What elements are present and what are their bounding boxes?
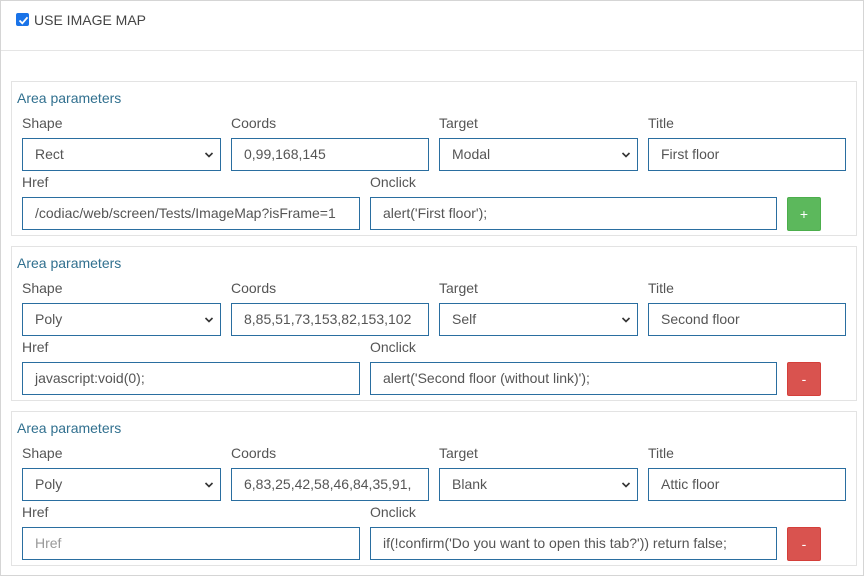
- href-label: Href: [22, 174, 49, 190]
- target-value: Self: [452, 311, 477, 327]
- image-map-panel: USE IMAGE MAP Area parameters Shape Coor…: [0, 0, 864, 576]
- coords-input[interactable]: 6,83,25,42,58,46,84,35,91,: [231, 468, 429, 501]
- area-parameters-title: Area parameters: [17, 90, 122, 106]
- chevron-down-icon: [204, 152, 214, 158]
- shape-value: Poly: [35, 311, 63, 327]
- shape-value: Rect: [35, 146, 64, 162]
- chevron-down-icon: [621, 482, 631, 488]
- chevron-down-icon: [621, 317, 631, 323]
- area-parameters-group: Area parameters Shape Coords Target Titl…: [11, 411, 857, 566]
- coords-label: Coords: [231, 280, 277, 296]
- chevron-down-icon: [204, 317, 214, 323]
- target-label: Target: [439, 280, 478, 296]
- area-parameters-title: Area parameters: [17, 255, 122, 271]
- shape-label: Shape: [22, 115, 63, 131]
- remove-area-button[interactable]: -: [787, 362, 821, 396]
- href-label: Href: [22, 339, 49, 355]
- target-value: Modal: [452, 146, 491, 162]
- onclick-input[interactable]: if(!confirm('Do you want to open this ta…: [370, 527, 777, 560]
- add-area-button[interactable]: +: [787, 197, 821, 231]
- target-select[interactable]: Modal: [439, 138, 638, 171]
- title-input[interactable]: First floor: [648, 138, 846, 171]
- target-select[interactable]: Blank: [439, 468, 638, 501]
- coords-input[interactable]: 8,85,51,73,153,82,153,102: [231, 303, 429, 336]
- target-label: Target: [439, 115, 478, 131]
- onclick-label: Onclick: [370, 504, 416, 520]
- target-value: Blank: [452, 476, 488, 492]
- onclick-label: Onclick: [370, 339, 416, 355]
- shape-label: Shape: [22, 280, 63, 296]
- chevron-down-icon: [204, 482, 214, 488]
- coords-label: Coords: [231, 115, 277, 131]
- shape-select[interactable]: Poly: [22, 303, 221, 336]
- href-input[interactable]: /codiac/web/screen/Tests/ImageMap?isFram…: [22, 197, 360, 230]
- onclick-input[interactable]: alert('First floor');: [370, 197, 777, 230]
- href-label: Href: [22, 504, 49, 520]
- coords-label: Coords: [231, 445, 277, 461]
- title-input[interactable]: Attic floor: [648, 468, 846, 501]
- shape-value: Poly: [35, 476, 63, 492]
- onclick-input[interactable]: alert('Second floor (without link)');: [370, 362, 777, 395]
- image-map-toggle-bar: USE IMAGE MAP: [1, 1, 863, 51]
- href-input[interactable]: javascript:void(0);: [22, 362, 360, 395]
- area-parameters-group: Area parameters Shape Coords Target Titl…: [11, 81, 857, 236]
- area-parameters-title: Area parameters: [17, 420, 122, 436]
- use-image-map-checkbox[interactable]: [16, 13, 29, 26]
- target-label: Target: [439, 445, 478, 461]
- onclick-label: Onclick: [370, 174, 416, 190]
- coords-input[interactable]: 0,99,168,145: [231, 138, 429, 171]
- remove-area-button[interactable]: -: [787, 527, 821, 561]
- title-label: Title: [648, 280, 674, 296]
- shape-select[interactable]: Rect: [22, 138, 221, 171]
- title-input[interactable]: Second floor: [648, 303, 846, 336]
- checkmark-icon: [18, 16, 29, 25]
- title-label: Title: [648, 445, 674, 461]
- area-parameters-group: Area parameters Shape Coords Target Titl…: [11, 246, 857, 401]
- shape-select[interactable]: Poly: [22, 468, 221, 501]
- target-select[interactable]: Self: [439, 303, 638, 336]
- use-image-map-label: USE IMAGE MAP: [34, 12, 147, 28]
- shape-label: Shape: [22, 445, 63, 461]
- chevron-down-icon: [621, 152, 631, 158]
- title-label: Title: [648, 115, 674, 131]
- href-input[interactable]: Href: [22, 527, 360, 560]
